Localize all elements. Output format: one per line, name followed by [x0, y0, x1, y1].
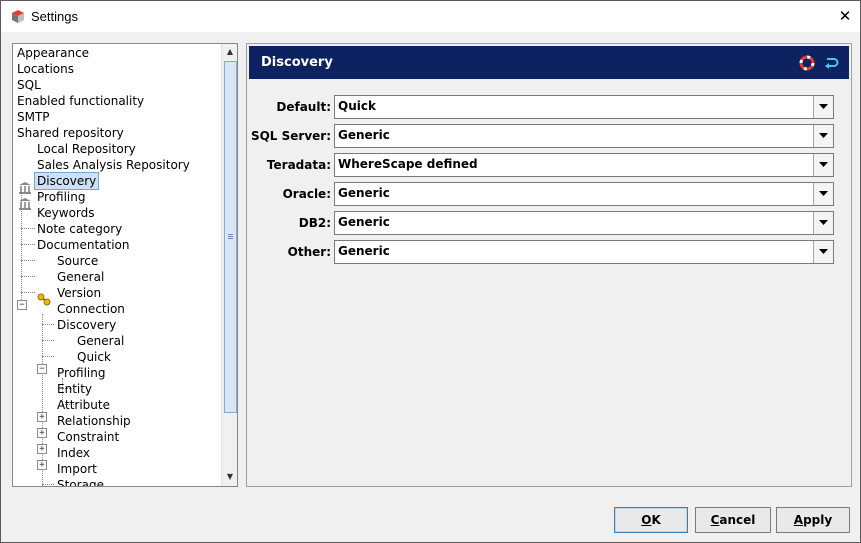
db2-select-value: Generic — [338, 215, 390, 229]
tree-item-source-discovery[interactable]: Discovery — [57, 317, 116, 333]
repository-icon — [19, 198, 31, 210]
tree-item-version[interactable]: Version — [57, 285, 101, 301]
panel-title: Discovery — [261, 55, 333, 70]
chevron-down-icon[interactable] — [813, 212, 833, 234]
title-bar: Settings ✕ — [1, 1, 860, 32]
sql-server-select[interactable]: Generic — [334, 124, 834, 148]
tree-item-keywords[interactable]: Keywords — [37, 205, 95, 221]
chevron-down-icon[interactable] — [813, 154, 833, 176]
reset-arrow-icon[interactable] — [824, 55, 840, 71]
tree-item-sql[interactable]: SQL — [17, 77, 41, 93]
ok-button[interactable]: OK — [614, 507, 688, 533]
tree-item-smtp[interactable]: SMTP — [17, 109, 50, 125]
other-select[interactable]: Generic — [334, 240, 834, 264]
tree-item-discovery-selected[interactable]: Discovery — [33, 172, 100, 190]
tree-item-relationship[interactable]: Relationship — [57, 413, 131, 429]
tree-item-documentation[interactable]: Documentation — [37, 237, 130, 253]
discovery-collapse-icon[interactable]: − — [37, 364, 47, 374]
discovery-panel: Discovery Default: Quick SQL Server: Gen… — [246, 43, 852, 487]
oracle-select-value: Generic — [338, 186, 390, 200]
tree-item-index[interactable]: Index — [57, 445, 90, 461]
scroll-up-icon[interactable]: ▲ — [223, 45, 237, 59]
tree-item-constraint[interactable]: Constraint — [57, 429, 119, 445]
tree-viewport: − − + + + + Appearance Locations SQL Ena… — [13, 44, 221, 486]
scroll-down-icon[interactable]: ▼ — [223, 470, 237, 484]
tree-item-profiling[interactable]: Profiling — [37, 189, 86, 205]
tree-item-appearance[interactable]: Appearance — [17, 45, 89, 61]
field-label-other: Other: — [287, 245, 331, 259]
apply-button[interactable]: Apply — [776, 507, 850, 533]
field-label-default: Default: — [276, 100, 331, 114]
source-collapse-icon[interactable]: − — [17, 300, 27, 310]
tree-item-local-repository[interactable]: Local Repository — [37, 141, 136, 157]
teradata-select-value: WhereScape defined — [338, 157, 478, 171]
default-select[interactable]: Quick — [334, 95, 834, 119]
app-icon — [12, 10, 24, 23]
attribute-expand-icon[interactable]: + — [37, 444, 47, 454]
tree-item-source-profiling[interactable]: Profiling — [57, 365, 106, 381]
window-title: Settings — [31, 9, 78, 24]
tree-item-source-general[interactable]: General — [57, 269, 104, 285]
cancel-label-rest: ancel — [719, 513, 756, 527]
close-icon[interactable]: ✕ — [833, 5, 857, 27]
other-select-value: Generic — [338, 244, 390, 258]
tree-item-enabled-functionality[interactable]: Enabled functionality — [17, 93, 144, 109]
chevron-down-icon[interactable] — [813, 96, 833, 118]
teradata-select[interactable]: WhereScape defined — [334, 153, 834, 177]
scrollbar-thumb[interactable] — [224, 61, 237, 413]
tree-item-locations[interactable]: Locations — [17, 61, 74, 77]
settings-tree[interactable]: − − + + + + Appearance Locations SQL Ena… — [12, 43, 238, 487]
tree-item-discovery-general[interactable]: General — [77, 333, 124, 349]
ok-mnemonic: O — [641, 513, 652, 527]
settings-window: Settings ✕ − − + + + + Appearance Locati… — [0, 0, 861, 543]
panel-header: Discovery — [249, 46, 849, 79]
chevron-down-icon[interactable] — [813, 125, 833, 147]
tree-item-entity[interactable]: Entity — [57, 381, 92, 397]
tree-item-discovery-quick[interactable]: Quick — [77, 349, 111, 365]
chevron-down-icon[interactable] — [813, 241, 833, 263]
field-label-teradata: Teradata: — [266, 158, 331, 172]
default-select-value: Quick — [338, 99, 376, 113]
profiling-expand-icon[interactable]: + — [37, 412, 47, 422]
field-label-oracle: Oracle: — [282, 187, 331, 201]
field-label-sql-server: SQL Server: — [250, 129, 331, 143]
field-label-db2: DB2: — [298, 216, 331, 230]
tree-scrollbar[interactable]: ▲ ▼ — [221, 44, 237, 486]
tree-item-attribute[interactable]: Attribute — [57, 397, 110, 413]
tree-item-sales-analysis-repository[interactable]: Sales Analysis Repository — [37, 157, 190, 173]
tree-item-note-category[interactable]: Note category — [37, 221, 122, 237]
repository-icon — [19, 182, 31, 194]
ok-label-rest: K — [651, 513, 661, 527]
entity-expand-icon[interactable]: + — [37, 428, 47, 438]
help-lifebuoy-icon[interactable] — [799, 55, 815, 71]
chevron-down-icon[interactable] — [813, 183, 833, 205]
tree-item-import[interactable]: Import — [57, 461, 97, 477]
tree-item-source[interactable]: Source — [57, 253, 98, 269]
cancel-button[interactable]: Cancel — [695, 507, 771, 533]
apply-mnemonic: A — [793, 513, 804, 527]
oracle-select[interactable]: Generic — [334, 182, 834, 206]
tree-item-storage[interactable]: Storage — [57, 477, 104, 486]
db2-select[interactable]: Generic — [334, 211, 834, 235]
tree-item-shared-repository[interactable]: Shared repository — [17, 125, 124, 141]
apply-label-rest: pply — [803, 513, 833, 527]
source-icon — [37, 293, 51, 306]
sql-server-select-value: Generic — [338, 128, 390, 142]
relationship-expand-icon[interactable]: + — [37, 460, 47, 470]
tree-item-connection[interactable]: Connection — [57, 301, 125, 317]
